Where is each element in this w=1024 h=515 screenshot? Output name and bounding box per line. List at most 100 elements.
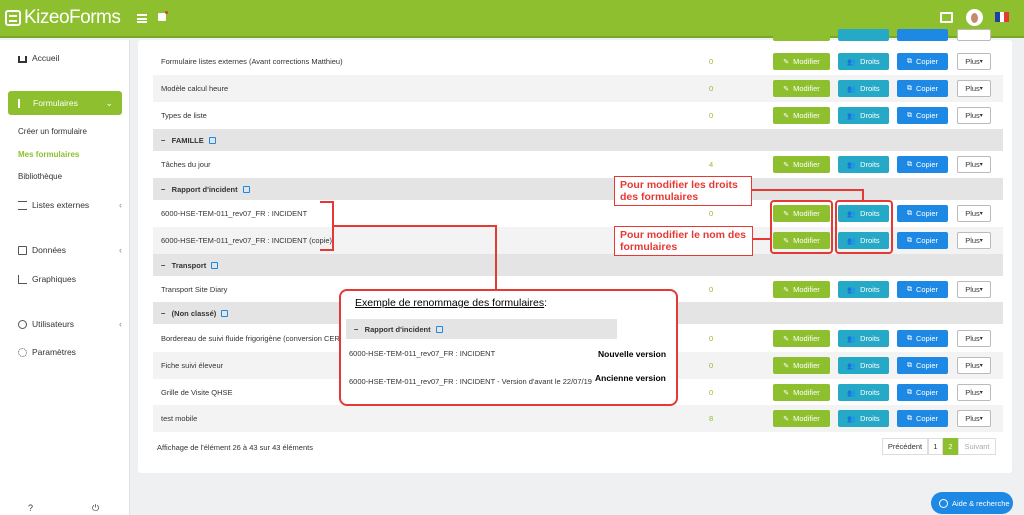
droits-button[interactable]: 👥 Droits [838, 80, 889, 97]
sidebar-subitem-my-forms[interactable]: Mes formulaires [18, 150, 79, 159]
form-name[interactable]: Fiche suivi éleveur [161, 361, 223, 370]
form-name[interactable]: Tâches du jour [161, 160, 211, 169]
droits-button[interactable]: 👥 Droits [838, 410, 889, 427]
copier-button[interactable]: ⧉ Copier [897, 357, 948, 374]
droits-button[interactable]: 👥 Droits [838, 330, 889, 347]
copier-button[interactable] [897, 29, 948, 41]
copy-icon: ⧉ [906, 361, 912, 369]
droits-button[interactable] [838, 29, 889, 41]
copier-button[interactable]: ⧉ Copier [897, 384, 948, 401]
avatar[interactable] [966, 9, 983, 26]
copier-button[interactable]: ⧉ Copier [897, 53, 948, 70]
form-count: 0 [709, 57, 714, 66]
copier-button[interactable]: ⧉ Copier [897, 156, 948, 173]
droits-button[interactable]: 👥 Droits [838, 384, 889, 401]
home-icon [18, 55, 27, 63]
pencil-icon: ✎ [783, 389, 790, 397]
copier-button[interactable]: ⧉ Copier [897, 330, 948, 347]
edit-icon[interactable] [211, 262, 219, 269]
modifier-button[interactable]: ✎ Modifier [773, 410, 830, 427]
plus-dropdown[interactable]: Plus ▾ [957, 205, 991, 222]
example-box: Exemple de renommage des formulaires: − … [339, 289, 678, 406]
sidebar-subitem-create[interactable]: Créer un formulaire [18, 127, 87, 136]
sidebar-item-forms[interactable]: Formulaires ⌄ [8, 91, 122, 115]
collapse-icon[interactable]: − [161, 185, 165, 194]
modifier-button[interactable]: ✎ Modifier [773, 53, 830, 70]
plus-dropdown[interactable]: Plus ▾ [957, 357, 991, 374]
droits-button[interactable]: 👥 Droits [838, 107, 889, 124]
copier-button[interactable]: ⧉ Copier [897, 410, 948, 427]
form-count: 4 [709, 160, 714, 169]
collapse-icon[interactable]: − [161, 309, 165, 318]
sidebar-item-label: Graphiques [32, 274, 76, 284]
sidebar-item-settings[interactable]: Paramètres [18, 347, 76, 357]
plus-dropdown[interactable]: Plus ▾ [957, 410, 991, 427]
pagination-page-1[interactable]: 1 [928, 438, 943, 455]
sidebar-item-home[interactable]: Accueil [18, 53, 59, 63]
pagination-page-2[interactable]: 2 [943, 438, 958, 455]
copier-button[interactable]: ⧉ Copier [897, 107, 948, 124]
modifier-button[interactable]: ✎ Modifier [773, 281, 830, 298]
plus-dropdown[interactable]: Plus ▾ [957, 232, 991, 249]
modifier-button[interactable]: ✎ Modifier [773, 80, 830, 97]
sidebar-item-data[interactable]: Données ‹ [18, 245, 122, 255]
pagination-previous[interactable]: Précédent [882, 438, 928, 455]
help-search-button[interactable]: Aide & recherche [931, 492, 1013, 514]
form-name[interactable]: Types de liste [161, 111, 207, 120]
edit-icon[interactable] [242, 186, 250, 193]
plus-dropdown[interactable] [957, 29, 991, 41]
store-icon[interactable] [940, 12, 953, 23]
form-name[interactable]: test mobile [161, 414, 197, 423]
modifier-button[interactable]: ✎ Modifier [773, 357, 830, 374]
copier-button[interactable]: ⧉ Copier [897, 281, 948, 298]
form-name[interactable]: Bordereau de suivi fluide frigorigène (c… [161, 334, 352, 343]
modifier-button[interactable] [773, 29, 830, 41]
collapse-icon[interactable]: − [161, 261, 165, 270]
menu-toggle-icon[interactable] [137, 14, 147, 23]
modifier-button[interactable]: ✎ Modifier [773, 107, 830, 124]
plus-dropdown[interactable]: Plus ▾ [957, 53, 991, 70]
modifier-label: Modifier [793, 160, 820, 169]
form-name[interactable]: Modèle calcul heure [161, 84, 228, 93]
form-name[interactable]: Transport Site Diary [161, 285, 227, 294]
copier-button[interactable]: ⧉ Copier [897, 205, 948, 222]
copier-label: Copier [915, 111, 939, 120]
form-name[interactable]: 6000-HSE-TEM-011_rev07_FR : INCIDENT [161, 209, 307, 218]
edit-icon[interactable] [221, 310, 229, 317]
modifier-button[interactable]: ✎ Modifier [773, 330, 830, 347]
apps-icon[interactable] [158, 11, 168, 21]
droits-button[interactable]: 👥 Droits [838, 53, 889, 70]
sidebar-item-external-lists[interactable]: Listes externes ‹ [18, 200, 122, 210]
plus-dropdown[interactable]: Plus ▾ [957, 330, 991, 347]
edit-icon[interactable] [208, 137, 216, 144]
sidebar-item-charts[interactable]: Graphiques [18, 274, 76, 284]
copy-icon: ⧉ [906, 236, 912, 244]
copier-label: Copier [915, 57, 939, 66]
caret-down-icon: ▾ [979, 238, 983, 244]
modifier-button[interactable]: ✎ Modifier [773, 156, 830, 173]
form-name[interactable]: Formulaire listes externes (Avant correc… [161, 57, 343, 66]
modifier-button[interactable]: ✎ Modifier [773, 384, 830, 401]
plus-dropdown[interactable]: Plus ▾ [957, 107, 991, 124]
droits-button[interactable]: 👥 Droits [838, 281, 889, 298]
logo[interactable]: KizeoForms [5, 7, 121, 29]
droits-button[interactable]: 👥 Droits [838, 156, 889, 173]
sidebar-item-users[interactable]: Utilisateurs ‹ [18, 319, 122, 329]
power-icon[interactable]: ⏻ [92, 503, 99, 514]
form-name[interactable]: Grille de Visite QHSE [161, 388, 233, 397]
form-name[interactable]: 6000-HSE-TEM-011_rev07_FR : INCIDENT (co… [161, 236, 332, 245]
group-header: − Rapport d'incident [153, 178, 1003, 200]
sidebar-subitem-library[interactable]: Bibliothèque [18, 172, 62, 181]
plus-dropdown[interactable]: Plus ▾ [957, 80, 991, 97]
french-flag-icon[interactable] [995, 12, 1010, 22]
droits-button[interactable]: 👥 Droits [838, 357, 889, 374]
plus-dropdown[interactable]: Plus ▾ [957, 156, 991, 173]
collapse-icon[interactable]: − [161, 136, 165, 145]
plus-dropdown[interactable]: Plus ▾ [957, 281, 991, 298]
copier-button[interactable]: ⧉ Copier [897, 80, 948, 97]
modifier-label: Modifier [793, 57, 820, 66]
plus-dropdown[interactable]: Plus ▾ [957, 384, 991, 401]
help-icon[interactable]: ? [28, 503, 33, 513]
plus-label: Plus [965, 209, 980, 218]
copier-button[interactable]: ⧉ Copier [897, 232, 948, 249]
